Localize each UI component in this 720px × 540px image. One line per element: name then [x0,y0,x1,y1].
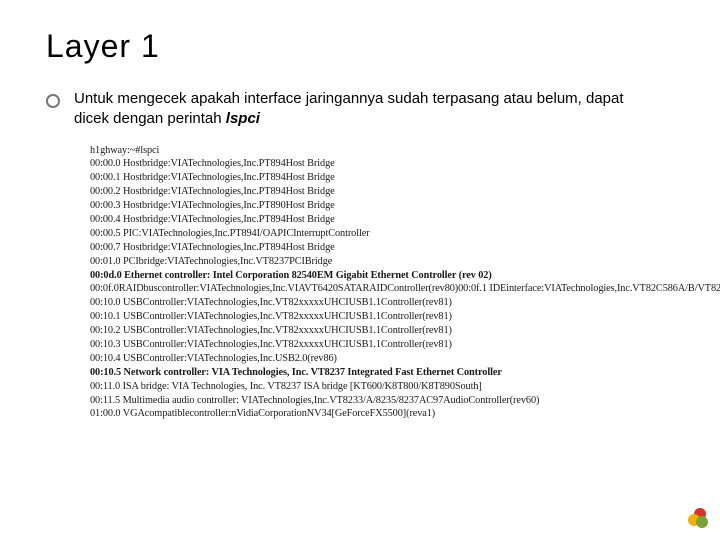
terminal-output: h1ghway:~#lspci00:00.0 Hostbridge:VIATec… [90,144,655,422]
terminal-line: 00:10.5 Network controller: VIA Technolo… [90,366,655,380]
slide-title: Layer 1 [46,28,680,65]
terminal-line: 00:10.0 USBController:VIATechnologies,In… [90,296,655,310]
terminal-line: 00:0f.0RAIDbuscontroller:VIATechnologies… [90,282,655,296]
terminal-line: 00:01.0 PCIbridge:VIATechnologies,Inc.VT… [90,255,655,269]
bullet-dot-icon [46,94,60,108]
terminal-line: 00:00.0 Hostbridge:VIATechnologies,Inc.P… [90,157,655,171]
terminal-line: 00:10.2 USBController:VIATechnologies,In… [90,324,655,338]
bullet-item: Untuk mengecek apakah interface jaringan… [46,89,680,130]
terminal-line: 00:00.7 Hostbridge:VIATechnologies,Inc.P… [90,241,655,255]
terminal-line: 00:00.5 PIC:VIATechnologies,Inc.PT894I/O… [90,227,655,241]
bullet-text: Untuk mengecek apakah interface jaringan… [74,89,640,130]
terminal-line: 01:00.0 VGAcompatiblecontroller:nVidiaCo… [90,407,655,421]
terminal-line: 00:11.0 ISA bridge: VIA Technologies, In… [90,380,655,394]
terminal-line: 00:10.4 USBController:VIATechnologies,In… [90,352,655,366]
terminal-line: h1ghway:~#lspci [90,144,655,158]
terminal-line: 00:00.2 Hostbridge:VIATechnologies,Inc.P… [90,185,655,199]
corner-accent-icon [688,508,706,526]
terminal-line: 00:10.1 USBController:VIATechnologies,In… [90,310,655,324]
terminal-line: 00:11.5 Multimedia audio controller: VIA… [90,394,655,408]
terminal-line: 00:0d.0 Ethernet controller: Intel Corpo… [90,269,655,283]
terminal-line: 00:00.1 Hostbridge:VIATechnologies,Inc.P… [90,171,655,185]
terminal-line: 00:00.4 Hostbridge:VIATechnologies,Inc.P… [90,213,655,227]
terminal-line: 00:00.3 Hostbridge:VIATechnologies,Inc.P… [90,199,655,213]
terminal-line: 00:10.3 USBController:VIATechnologies,In… [90,338,655,352]
